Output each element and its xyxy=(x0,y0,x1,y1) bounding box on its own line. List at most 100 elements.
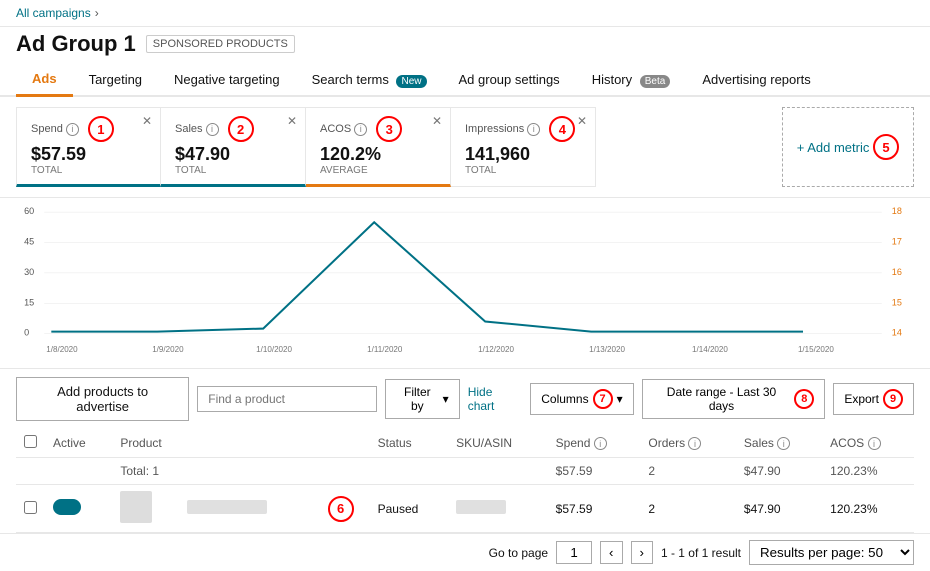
sales-circle: 2 xyxy=(228,116,254,142)
table-row: 6 Paused $57.59 2 $47.90 120.23% xyxy=(16,485,914,533)
th-active: Active xyxy=(45,429,112,458)
table-total-row: Total: 1 $57.59 2 $47.90 120.23% xyxy=(16,458,914,485)
acos-info-icon[interactable]: i xyxy=(354,123,367,136)
row-checkbox[interactable] xyxy=(24,501,37,514)
columns-button[interactable]: Columns 7 ▾ xyxy=(530,383,633,415)
prev-page-button[interactable]: ‹ xyxy=(600,541,622,564)
spend-info-icon[interactable]: i xyxy=(66,123,79,136)
th-product: Product xyxy=(112,429,369,458)
tab-search-terms[interactable]: Search terms New xyxy=(296,64,443,97)
filter-button[interactable]: Filter by ▾ xyxy=(385,379,460,419)
search-input[interactable] xyxy=(197,386,377,412)
svg-text:1/11/2020: 1/11/2020 xyxy=(367,345,403,354)
tab-advertising-reports[interactable]: Advertising reports xyxy=(686,64,826,97)
row-sku-blurred xyxy=(456,500,506,514)
metric-sales-value: $47.90 xyxy=(175,144,291,165)
columns-chevron-icon: ▾ xyxy=(617,392,623,406)
filter-chevron-icon: ▾ xyxy=(443,392,449,406)
chart-area: 60 45 30 15 0 18 17 16 15 14 1/8/2020 1/… xyxy=(0,198,930,368)
date-range-button[interactable]: Date range - Last 30 days 8 xyxy=(642,379,826,419)
metric-acos-close[interactable]: ✕ xyxy=(432,114,442,128)
total-spend: $57.59 xyxy=(548,458,641,485)
svg-text:17: 17 xyxy=(892,237,902,247)
total-acos: 120.23% xyxy=(822,458,914,485)
breadcrumb-link[interactable]: All campaigns xyxy=(16,6,91,20)
metric-impressions-label: Impressions i 4 xyxy=(465,116,581,142)
metric-sales[interactable]: Sales i 2 $47.90 TOTAL ✕ xyxy=(161,107,306,187)
add-metric-button[interactable]: + Add metric 5 xyxy=(782,107,914,187)
tab-ad-group-settings[interactable]: Ad group settings xyxy=(443,64,576,97)
th-sales: Sales i xyxy=(736,429,822,458)
svg-text:1/9/2020: 1/9/2020 xyxy=(152,345,184,354)
metric-impressions-sub: TOTAL xyxy=(465,165,581,176)
impressions-info-icon[interactable]: i xyxy=(527,123,540,136)
metric-impressions[interactable]: Impressions i 4 141,960 TOTAL ✕ xyxy=(451,107,596,187)
product-image xyxy=(120,491,152,523)
data-row-circle: 6 xyxy=(328,496,354,522)
page-title: Ad Group 1 xyxy=(16,31,136,57)
tabs-nav: Ads Targeting Negative targeting Search … xyxy=(0,63,930,97)
th-sku: SKU/ASIN xyxy=(448,429,548,458)
svg-text:1/8/2020: 1/8/2020 xyxy=(46,345,78,354)
metrics-row: Spend i 1 $57.59 TOTAL ✕ Sales i 2 $47.9… xyxy=(0,97,930,198)
metric-impressions-close[interactable]: ✕ xyxy=(577,114,587,128)
tab-targeting[interactable]: Targeting xyxy=(73,64,158,97)
tab-ads[interactable]: Ads xyxy=(16,63,73,97)
total-label: Total: 1 xyxy=(112,458,369,485)
breadcrumb-chevron: › xyxy=(95,6,99,20)
active-toggle[interactable] xyxy=(53,499,81,515)
page-input[interactable] xyxy=(556,541,592,564)
product-name-blurred xyxy=(187,500,267,514)
svg-text:18: 18 xyxy=(892,206,902,216)
svg-text:30: 30 xyxy=(24,267,34,277)
svg-text:15: 15 xyxy=(892,297,902,307)
svg-text:60: 60 xyxy=(24,206,34,216)
metric-acos-label: ACOS i 3 xyxy=(320,116,436,142)
row-acos: 120.23% xyxy=(822,485,914,533)
orders-th-info[interactable]: i xyxy=(688,437,701,450)
add-products-button[interactable]: Add products to advertise xyxy=(16,377,189,421)
spend-circle: 1 xyxy=(88,116,114,142)
sales-info-icon[interactable]: i xyxy=(206,123,219,136)
metric-spend-sub: TOTAL xyxy=(31,165,146,176)
tab-negative-targeting[interactable]: Negative targeting xyxy=(158,64,296,97)
row-sales: $47.90 xyxy=(736,485,822,533)
breadcrumb: All campaigns › xyxy=(0,0,930,27)
table-section: Active Product Status SKU/ASIN Spend i O… xyxy=(0,429,930,533)
metric-spend-value: $57.59 xyxy=(31,144,146,165)
th-orders: Orders i xyxy=(640,429,735,458)
spend-th-info[interactable]: i xyxy=(594,437,607,450)
svg-text:16: 16 xyxy=(892,267,902,277)
acos-th-info[interactable]: i xyxy=(868,437,881,450)
next-page-button[interactable]: › xyxy=(631,541,653,564)
hide-chart-button[interactable]: Hide chart xyxy=(468,385,523,413)
add-metric-circle: 5 xyxy=(873,134,899,160)
sales-th-info[interactable]: i xyxy=(777,437,790,450)
svg-text:1/13/2020: 1/13/2020 xyxy=(589,345,625,354)
metric-acos[interactable]: ACOS i 3 120.2% AVERAGE ✕ xyxy=(306,107,451,187)
select-all-checkbox[interactable] xyxy=(24,435,37,448)
svg-text:15: 15 xyxy=(24,297,34,307)
export-button[interactable]: Export 9 xyxy=(833,383,914,415)
results-per-page-select[interactable]: Results per page: 50 Results per page: 2… xyxy=(749,540,914,565)
svg-text:0: 0 xyxy=(24,328,29,338)
columns-circle: 7 xyxy=(593,389,613,409)
row-status: Paused xyxy=(370,485,448,533)
sponsored-badge: SPONSORED PRODUCTS xyxy=(146,35,295,53)
th-status: Status xyxy=(370,429,448,458)
metric-impressions-value: 141,960 xyxy=(465,144,581,165)
export-circle: 9 xyxy=(883,389,903,409)
chart-svg: 60 45 30 15 0 18 17 16 15 14 1/8/2020 1/… xyxy=(16,202,914,364)
metric-acos-value: 120.2% xyxy=(320,144,436,165)
go-to-page-label: Go to page xyxy=(489,546,548,560)
tab-history[interactable]: History Beta xyxy=(576,64,687,97)
metric-sales-sub: TOTAL xyxy=(175,165,291,176)
metric-sales-close[interactable]: ✕ xyxy=(287,114,297,128)
total-orders: 2 xyxy=(640,458,735,485)
metric-spend[interactable]: Spend i 1 $57.59 TOTAL ✕ xyxy=(16,107,161,187)
acos-circle: 3 xyxy=(376,116,402,142)
svg-text:1/15/2020: 1/15/2020 xyxy=(798,345,834,354)
metric-spend-close[interactable]: ✕ xyxy=(142,114,152,128)
svg-text:45: 45 xyxy=(24,237,34,247)
products-table: Active Product Status SKU/ASIN Spend i O… xyxy=(16,429,914,533)
